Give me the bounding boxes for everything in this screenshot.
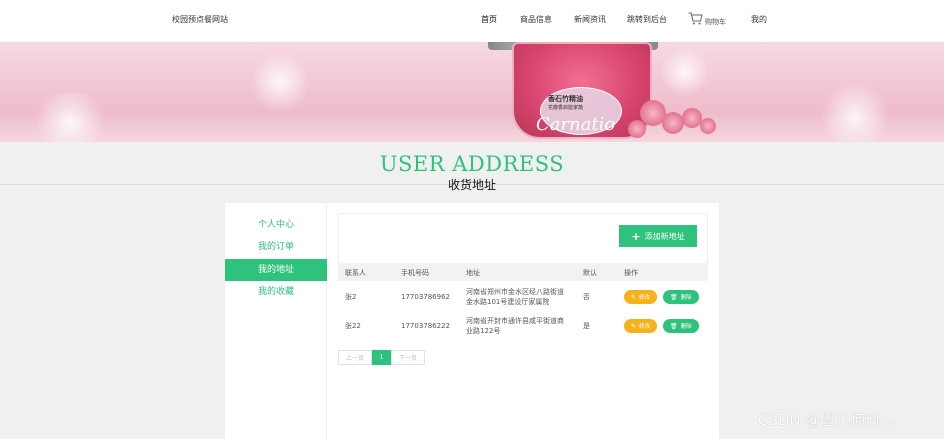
address-table-header: 联系人 手机号码 地址 默认 操作	[338, 263, 708, 281]
hero-banner: 香石竹精油 花瓣香启能家蔬 Carnatio	[0, 42, 944, 142]
cell-default: 否	[583, 293, 590, 301]
cart-label: 购物车	[705, 18, 726, 26]
sidebar-item-address[interactable]: 我的地址	[225, 259, 327, 281]
trash-icon: 🗑	[670, 293, 678, 301]
pencil-icon: ✎	[631, 322, 637, 330]
page-title-cn: 收货地址	[447, 178, 496, 192]
row-actions: ✎ 修改 🗑 删除	[624, 290, 699, 304]
delete-button[interactable]: 🗑 删除	[663, 290, 699, 304]
top-navbar: 校园预点餐网站 首页 商品信息 新闻资讯 跳转到后台 购物车 我的	[0, 0, 944, 42]
delete-button[interactable]: 🗑 删除	[663, 319, 699, 333]
cart-icon	[688, 12, 703, 27]
plus-icon: +	[631, 229, 641, 243]
site-brand[interactable]: 校园预点餐网站	[172, 14, 228, 25]
page-number-current[interactable]: 1	[372, 350, 391, 365]
cart-link[interactable]: 购物车	[688, 12, 726, 27]
next-page-button[interactable]: 下一页	[391, 350, 425, 365]
header-actions: 操作	[624, 269, 638, 277]
trash-icon: 🗑	[670, 322, 678, 330]
edit-label: 修改	[639, 324, 651, 330]
cell-contact: 张22	[345, 322, 361, 330]
cell-address: 河南省郑州市金水区经八路街道金水路101号建设厅家属院	[466, 288, 564, 306]
product-subtitle: 花瓣香启能家蔬	[548, 105, 584, 111]
bokeh-light	[660, 47, 710, 97]
header-contact: 联系人	[345, 269, 366, 277]
header-address: 地址	[466, 269, 480, 277]
header-phone: 手机号码	[401, 269, 429, 277]
edit-label: 修改	[639, 295, 651, 301]
nav-news[interactable]: 新闻资讯	[574, 14, 606, 25]
edit-button[interactable]: ✎ 修改	[624, 319, 658, 333]
add-address-label: 添加新地址	[644, 231, 685, 241]
cell-phone: 17703786222	[401, 322, 450, 330]
bokeh-light	[30, 92, 110, 142]
rose-decoration	[682, 108, 702, 128]
bokeh-light	[820, 82, 890, 142]
prev-page-button[interactable]: 上一页	[338, 350, 372, 365]
table-row: 张2 17703786962 河南省郑州市金水区经八路街道金水路101号建设厅家…	[338, 282, 708, 312]
pencil-icon: ✎	[631, 293, 637, 301]
rose-decoration	[662, 112, 684, 134]
edit-button[interactable]: ✎ 修改	[624, 290, 658, 304]
nav-home[interactable]: 首页	[481, 14, 497, 25]
csdn-watermark: CSDN @曾几何时…	[758, 411, 896, 429]
table-row: 张22 17703786222 河南省开封市通许县咸平街道商业路122号 是 ✎…	[338, 311, 708, 341]
rose-decoration	[700, 118, 716, 134]
page-title-en: USER ADDRESS	[379, 152, 565, 176]
address-toolbar: + 添加新地址	[338, 213, 708, 265]
bokeh-light	[250, 52, 310, 112]
product-script-logo: Carnatio	[536, 114, 616, 135]
cell-address: 河南省开封市通许县咸平街道商业路122号	[466, 317, 564, 335]
nav-my[interactable]: 我的	[751, 14, 767, 25]
delete-label: 删除	[680, 295, 692, 301]
product-title: 香石竹精油	[548, 95, 583, 103]
cell-default: 是	[583, 322, 590, 330]
sidebar-item-favorites[interactable]: 我的收藏	[225, 281, 327, 303]
row-actions: ✎ 修改 🗑 删除	[624, 319, 699, 333]
rose-decoration	[628, 120, 646, 138]
nav-admin[interactable]: 跳转到后台	[627, 14, 667, 25]
nav-products[interactable]: 商品信息	[520, 14, 552, 25]
cell-contact: 张2	[345, 293, 357, 301]
add-address-button[interactable]: + 添加新地址	[619, 225, 697, 247]
sidebar-item-orders[interactable]: 我的订单	[225, 236, 327, 258]
pagination: 上一页 1 下一页	[338, 350, 425, 365]
delete-label: 删除	[680, 324, 692, 330]
cell-phone: 17703786962	[401, 293, 450, 301]
sidebar-item-profile[interactable]: 个人中心	[225, 214, 327, 236]
content-card: 个人中心 我的订单 我的地址 我的收藏 + 添加新地址 联系人 手机号码 地址 …	[225, 203, 719, 439]
header-default: 默认	[583, 269, 597, 277]
user-sidebar: 个人中心 我的订单 我的地址 我的收藏	[225, 203, 327, 439]
